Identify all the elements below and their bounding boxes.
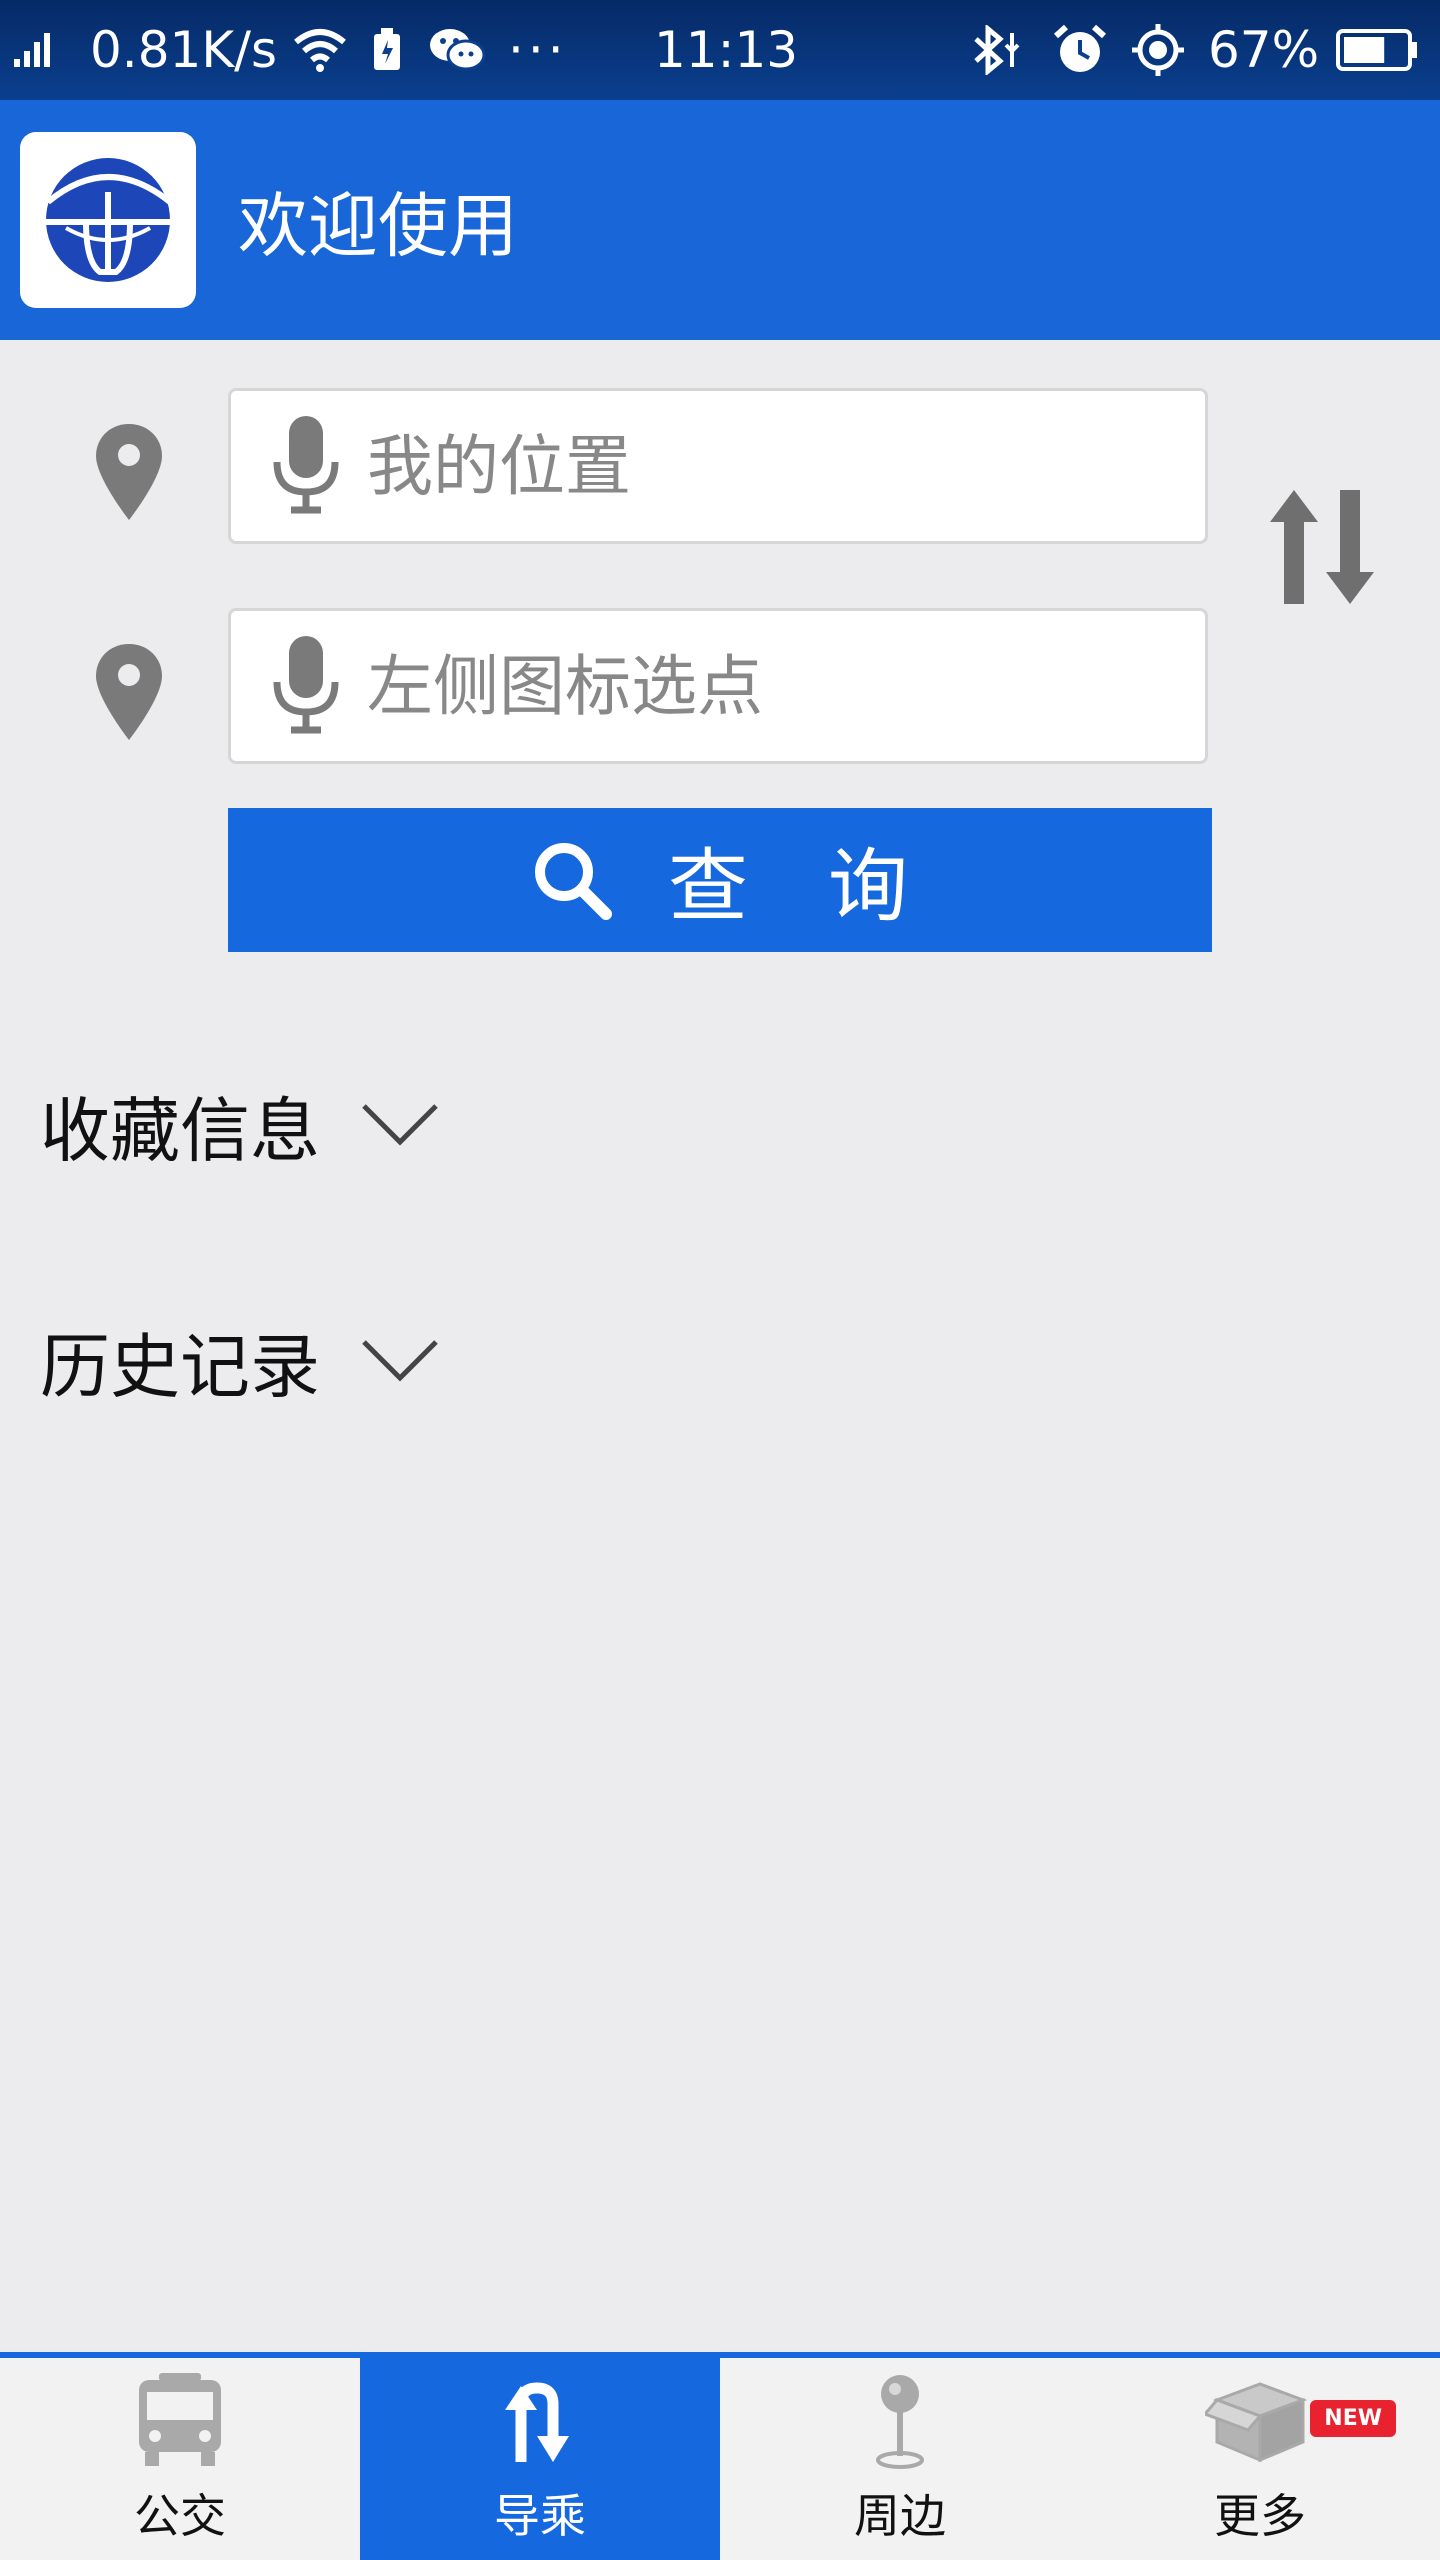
- app-logo: [20, 132, 196, 308]
- chevron-down-icon: [362, 1340, 438, 1382]
- swap-icon[interactable]: [1266, 482, 1378, 612]
- battery-icon: [1336, 0, 1418, 100]
- more-status-dots: ···: [508, 21, 568, 79]
- search-icon: [535, 843, 612, 920]
- nav-label: 导乘: [494, 2489, 586, 2543]
- map-pin-icon: [876, 2375, 924, 2469]
- alarm-icon: [1052, 0, 1108, 100]
- nav-label: 周边: [854, 2489, 946, 2543]
- bottom-nav: 公交 导乘 周边 更多 NEW: [0, 2352, 1440, 2560]
- favorites-section-toggle[interactable]: 收藏信息: [40, 1080, 440, 1172]
- end-pin-icon[interactable]: [96, 644, 162, 740]
- start-mic-icon[interactable]: [271, 416, 341, 516]
- bluetooth-icon: [968, 0, 1028, 100]
- start-location-input[interactable]: [367, 427, 1147, 505]
- history-label: 历史记录: [40, 1325, 320, 1408]
- wifi-icon: [292, 0, 348, 100]
- nav-item-transfer[interactable]: 导乘: [360, 2358, 720, 2560]
- signal-icon: [14, 0, 50, 100]
- nav-label: 公交: [134, 2489, 226, 2543]
- app-header: 欢迎使用: [0, 100, 1440, 340]
- bus-company-logo-icon: [42, 158, 174, 282]
- network-speed: 0.81K/s: [90, 21, 278, 79]
- chevron-down-icon: [362, 1104, 438, 1146]
- favorites-label: 收藏信息: [40, 1089, 320, 1172]
- battery-saver-icon: [372, 0, 402, 100]
- query-button[interactable]: 查询: [228, 808, 1212, 952]
- box-icon: [1205, 2382, 1308, 2463]
- end-location-input[interactable]: [367, 647, 1147, 725]
- status-bar: 0.81K/s ··· 11:13 67%: [0, 0, 1440, 100]
- new-badge: NEW: [1310, 2400, 1396, 2437]
- nav-item-bus[interactable]: 公交: [0, 2358, 360, 2560]
- start-location-field[interactable]: [228, 388, 1208, 544]
- battery-percent: 67%: [1208, 21, 1320, 79]
- nav-item-more[interactable]: 更多 NEW: [1080, 2358, 1440, 2560]
- bus-icon: [139, 2373, 221, 2466]
- end-mic-icon[interactable]: [271, 636, 341, 736]
- nav-label: 更多: [1214, 2489, 1306, 2543]
- history-section-toggle[interactable]: 历史记录: [40, 1316, 440, 1408]
- page-title: 欢迎使用: [238, 184, 518, 267]
- start-pin-icon[interactable]: [96, 424, 162, 520]
- location-icon: [1130, 0, 1186, 100]
- clock: 11:13: [654, 21, 799, 79]
- nav-item-nearby[interactable]: 周边: [720, 2358, 1080, 2560]
- wechat-icon: [428, 0, 486, 100]
- transfer-icon: [505, 2382, 569, 2462]
- query-button-label: 查询: [668, 840, 988, 933]
- end-location-field[interactable]: [228, 608, 1208, 764]
